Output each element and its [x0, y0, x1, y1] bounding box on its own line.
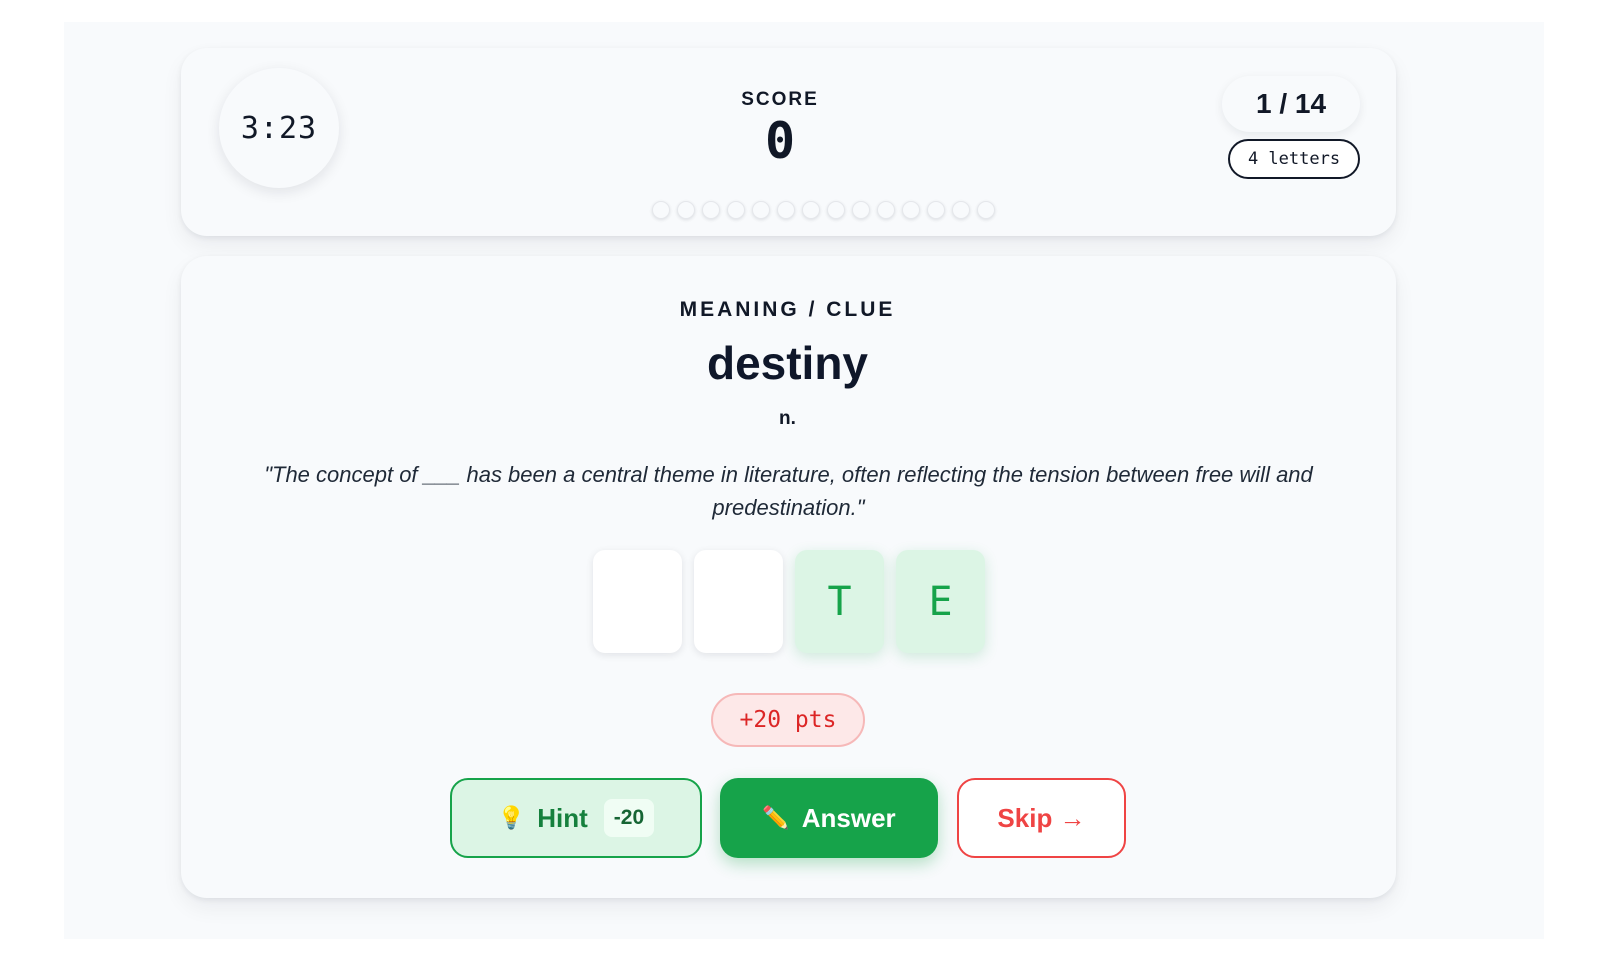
progress-dot [977, 201, 995, 219]
skip-button[interactable]: Skip → [957, 778, 1126, 858]
answer-tiles: T E [593, 550, 985, 653]
progress-dot [802, 201, 820, 219]
hint-label: Hint [537, 802, 588, 833]
score-label: SCORE [741, 89, 819, 110]
letter-tile[interactable] [694, 550, 783, 653]
timer: 3:23 [219, 68, 339, 188]
hint-cost: -20 [603, 799, 655, 837]
progress-dot [902, 201, 920, 219]
part-of-speech: n. [779, 408, 796, 429]
letter-tile[interactable]: E [896, 550, 985, 653]
hint-button[interactable]: 💡 Hint -20 [450, 778, 702, 858]
clue-word: destiny [706, 337, 869, 389]
score-value: 0 [764, 112, 796, 170]
progress-dot [727, 201, 745, 219]
progress-dot [777, 201, 795, 219]
progress-dot [877, 201, 895, 219]
pencil-icon: ✏️ [762, 805, 790, 830]
clue-label: MEANING / CLUE [679, 298, 896, 321]
question-counter: 1 / 14 [1222, 76, 1360, 132]
letters-count-badge: 4 letters [1228, 139, 1360, 179]
answer-label: Answer [801, 802, 896, 833]
progress-dot [927, 201, 945, 219]
progress-dot [752, 201, 770, 219]
letter-tile[interactable] [593, 550, 682, 653]
progress-dot [677, 201, 695, 219]
progress-dot [702, 201, 720, 219]
progress-dot [827, 201, 845, 219]
lightbulb-icon: 💡 [497, 805, 526, 830]
points-badge: +20 pts [711, 693, 865, 747]
progress-dot [852, 201, 870, 219]
example-sentence: "The concept of ___ has been a central t… [264, 462, 1313, 520]
skip-label: Skip → [997, 802, 1086, 833]
letter-tile[interactable]: T [795, 550, 884, 653]
question-progress-dots [652, 201, 995, 219]
progress-dot [652, 201, 670, 219]
progress-dot [952, 201, 970, 219]
answer-button[interactable]: ✏️ Answer [720, 778, 938, 858]
